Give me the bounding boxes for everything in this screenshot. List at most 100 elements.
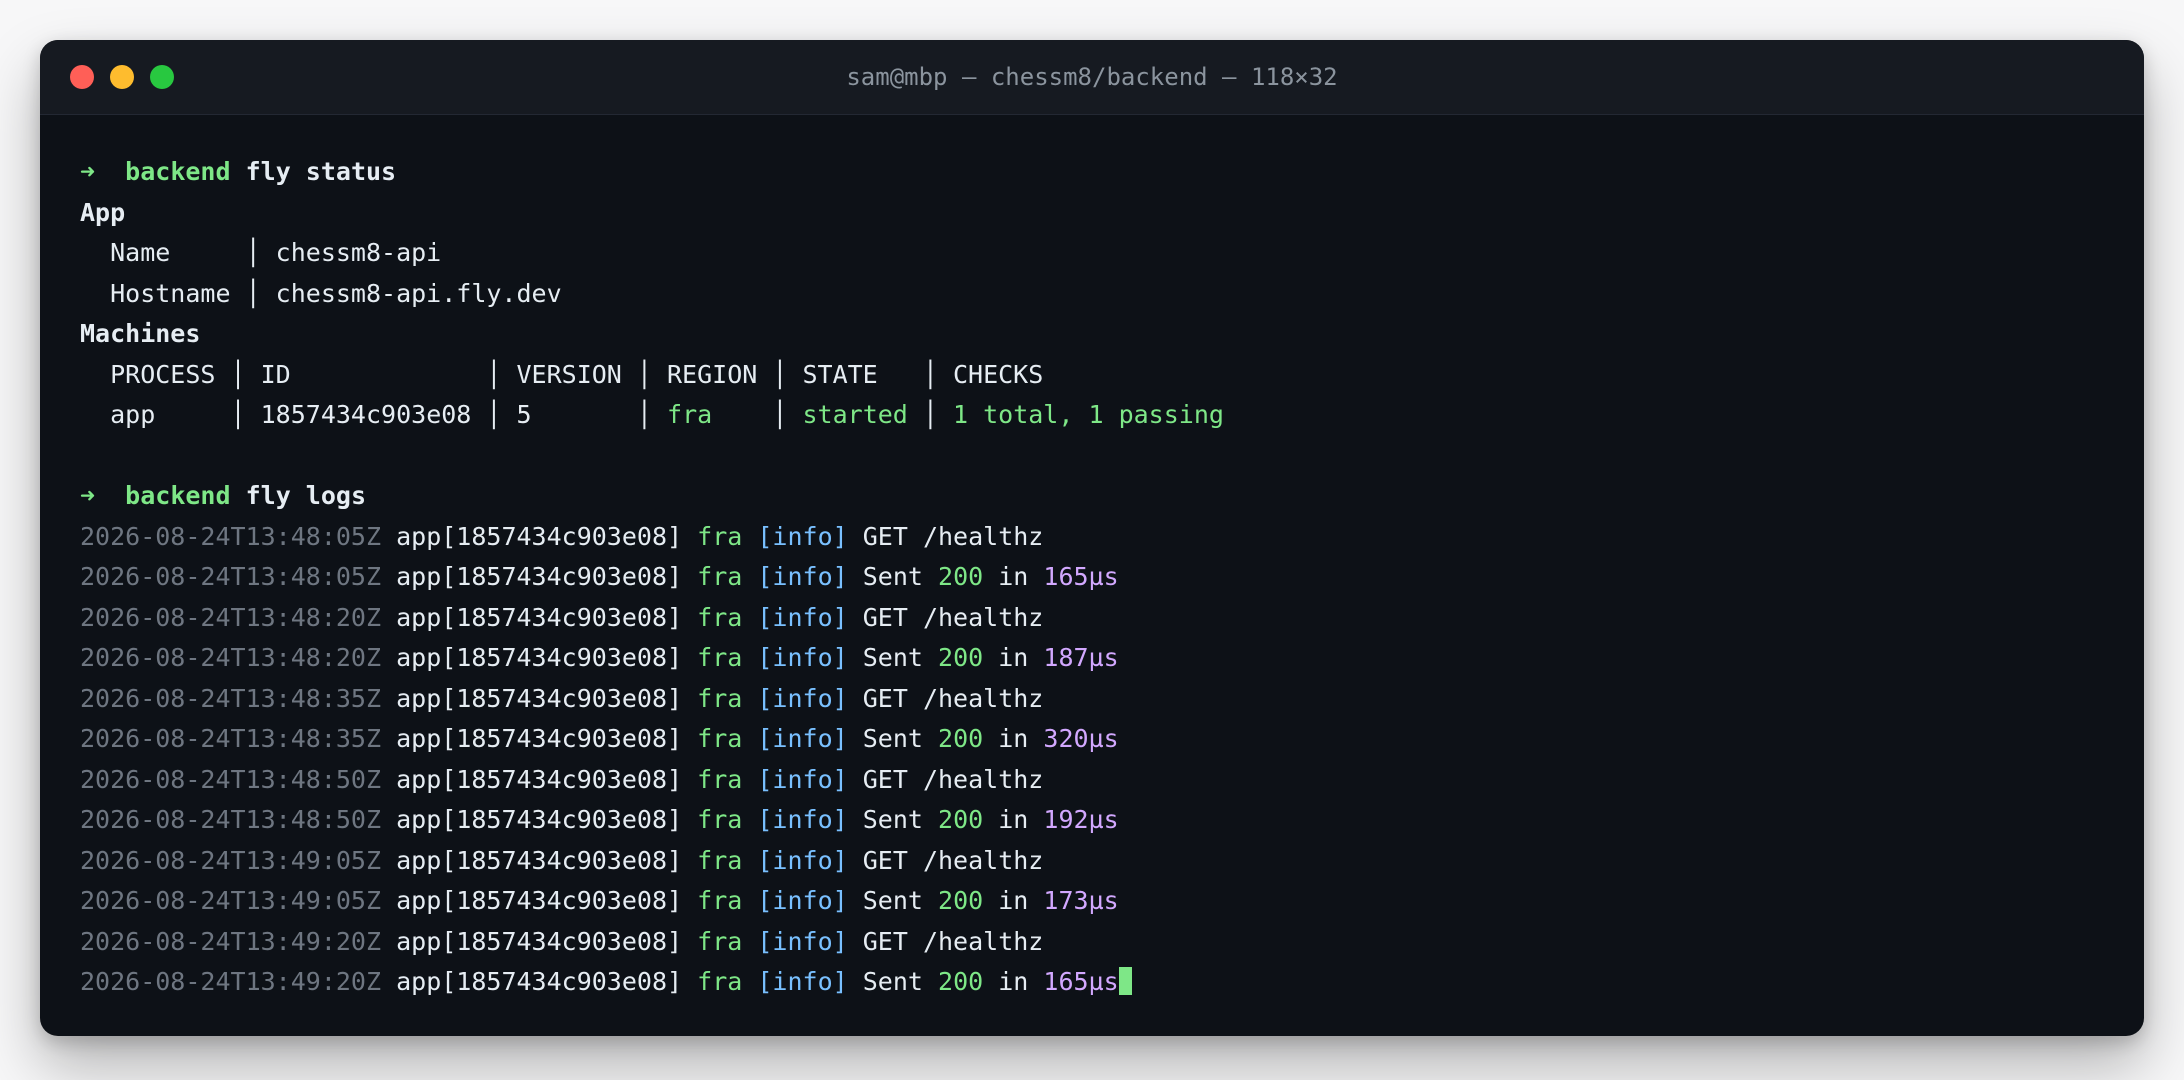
log-level: [info] [757,805,848,834]
log-timestamp: 2026-08-24T13:48:20Z [80,602,382,632]
machine-region: fra [667,400,758,429]
log-line: 2026-08-24T13:48:50Z app[1857434c903e08]… [80,760,2104,801]
log-message: Sent [862,805,923,834]
log-message: in [998,805,1029,834]
log-message: GET /healthz [862,521,1044,551]
log-timestamp: 2026-08-24T13:48:05Z [80,562,382,591]
log-duration: 192µs [1043,805,1119,834]
log-message: in [998,562,1029,591]
log-message: in [998,886,1029,915]
log-level: [info] [757,764,848,794]
log-status-code: 200 [938,562,984,591]
command-line: ➜ backend fly status [80,152,2104,193]
log-timestamp: 2026-08-24T13:48:20Z [80,643,382,672]
log-timestamp: 2026-08-24T13:48:50Z [80,764,382,794]
prompt-arrow-icon: ➜ [80,157,96,186]
app-row: Name │ chessm8-api [80,238,442,267]
machines-table-row: app │ 1857434c903e08 │ 5 │ fra │ started… [80,400,1224,429]
log-line: 2026-08-24T13:48:20Z app[1857434c903e08]… [80,598,2104,639]
log-line: 2026-08-24T13:48:05Z app[1857434c903e08]… [80,517,2104,558]
log-level: [info] [757,845,848,875]
log-source: app[1857434c903e08] [396,886,683,915]
log-message: GET /healthz [862,764,1044,794]
log-status-code: 200 [938,724,984,753]
machines-table-header: PROCESS │ ID │ VERSION │ REGION │ STATE … [80,359,1044,389]
prompt-dir: backend [125,481,231,510]
log-region: fra [697,764,743,794]
prompt-arrow-icon: ➜ [80,481,96,510]
prompt-dir: backend [125,157,231,186]
log-message: GET /healthz [862,926,1044,956]
log-region: fra [697,562,743,591]
log-line: 2026-08-24T13:48:35Z app[1857434c903e08]… [80,719,2104,760]
log-message: in [998,643,1029,672]
command-line: ➜ backend fly logs [80,476,2104,517]
log-region: fra [697,886,743,915]
log-message: Sent [862,724,923,753]
log-message: GET /healthz [862,602,1044,632]
log-region: fra [697,683,743,713]
log-source: app[1857434c903e08] [396,724,683,753]
log-source: app[1857434c903e08] [396,845,683,875]
log-duration: 165µs [1043,967,1119,996]
log-timestamp: 2026-08-24T13:48:35Z [80,724,382,753]
log-source: app[1857434c903e08] [396,926,683,956]
log-region: fra [697,602,743,632]
terminal-output[interactable]: ➜ backend fly status App Name │ chessm8-… [80,152,2104,1003]
log-line: 2026-08-24T13:49:20Z app[1857434c903e08]… [80,962,2104,1003]
app-row: Hostname │ chessm8-api.fly.dev [80,278,562,308]
log-timestamp: 2026-08-24T13:48:50Z [80,805,382,834]
log-message: Sent [862,643,923,672]
log-output: 2026-08-24T13:48:05Z app[1857434c903e08]… [80,517,2104,1003]
log-source: app[1857434c903e08] [396,683,683,713]
log-line: 2026-08-24T13:49:05Z app[1857434c903e08]… [80,881,2104,922]
log-timestamp: 2026-08-24T13:49:20Z [80,926,382,956]
log-source: app[1857434c903e08] [396,967,683,996]
log-source: app[1857434c903e08] [396,602,683,632]
log-source: app[1857434c903e08] [396,805,683,834]
log-line: 2026-08-24T13:48:35Z app[1857434c903e08]… [80,679,2104,720]
command-text: fly status [245,157,397,186]
log-level: [info] [757,643,848,672]
window-title: sam@mbp — chessm8/backend — 118×32 [846,63,1338,91]
log-level: [info] [757,926,848,956]
log-message: in [998,724,1029,753]
machine-id: 1857434c903e08 [260,400,472,429]
log-level: [info] [757,521,848,551]
log-line: 2026-08-24T13:48:20Z app[1857434c903e08]… [80,638,2104,679]
log-line: 2026-08-24T13:48:05Z app[1857434c903e08]… [80,557,2104,598]
log-level: [info] [757,967,848,996]
log-line: 2026-08-24T13:49:20Z app[1857434c903e08]… [80,922,2104,963]
log-timestamp: 2026-08-24T13:48:35Z [80,683,382,713]
log-status-code: 200 [938,886,984,915]
log-level: [info] [757,886,848,915]
log-source: app[1857434c903e08] [396,643,683,672]
log-level: [info] [757,562,848,591]
log-source: app[1857434c903e08] [396,521,683,551]
log-region: fra [697,805,743,834]
log-region: fra [697,643,743,672]
log-source: app[1857434c903e08] [396,764,683,794]
log-region: fra [697,845,743,875]
log-message: Sent [862,967,923,996]
section-heading: Machines [80,319,201,348]
machine-version: 5 [516,400,622,429]
log-duration: 320µs [1043,724,1119,753]
log-level: [info] [757,683,848,713]
log-duration: 165µs [1043,562,1119,591]
log-status-code: 200 [938,805,984,834]
log-region: fra [697,926,743,956]
machine-state: started [802,400,908,429]
log-timestamp: 2026-08-24T13:49:20Z [80,967,382,996]
title-bar: sam@mbp — chessm8/backend — 118×32 [40,40,2144,115]
log-message: GET /healthz [862,845,1044,875]
log-level: [info] [757,602,848,632]
log-duration: 173µs [1043,886,1119,915]
log-line: 2026-08-24T13:49:05Z app[1857434c903e08]… [80,841,2104,882]
log-timestamp: 2026-08-24T13:48:05Z [80,521,382,551]
terminal-cursor [1118,967,1132,995]
log-message: Sent [862,562,923,591]
log-region: fra [697,521,743,551]
log-region: fra [697,967,743,996]
log-message: GET /healthz [862,683,1044,713]
